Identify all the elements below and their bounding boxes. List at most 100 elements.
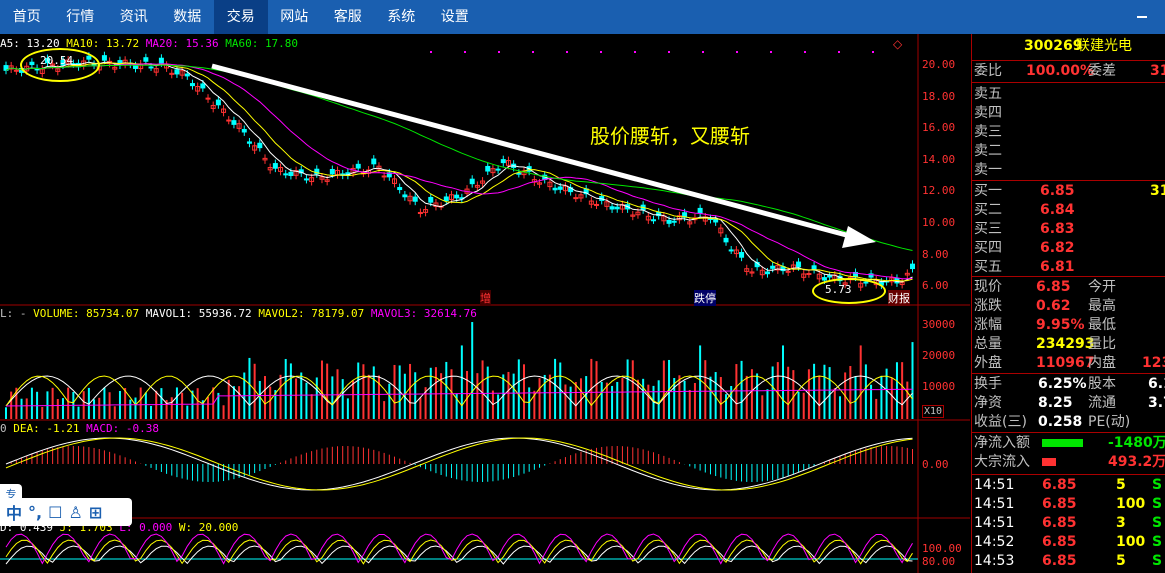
volume-bar	[828, 367, 831, 419]
fund-flow-bar	[1042, 458, 1056, 466]
buy-level-row[interactable]: 买二 6.84	[972, 201, 1165, 220]
user-icon[interactable]: ♙	[68, 503, 82, 522]
candle-body	[651, 219, 656, 222]
increase-marker[interactable]: 增	[480, 290, 491, 306]
axis-tick-label: 10.00	[922, 216, 956, 229]
stat-value: 6.25%	[1038, 376, 1087, 392]
signal-dot	[702, 51, 704, 53]
monitor-icon[interactable]: ☐	[48, 503, 62, 522]
chart-area[interactable]: A5: 13.20 MA10: 13.72 MA20: 15.36 MA60: …	[0, 34, 970, 573]
volume-bar	[227, 379, 230, 419]
volume-bar	[460, 345, 463, 419]
sell-level-row[interactable]: 卖一	[972, 161, 1165, 180]
macd-legend-prefix: 0	[0, 422, 7, 435]
volume-bar	[77, 406, 80, 419]
report-marker[interactable]: 财报	[888, 290, 910, 306]
volume-bar	[512, 373, 515, 419]
sell-level-row[interactable]: 卖五	[972, 85, 1165, 104]
volume-bar	[103, 387, 106, 419]
volume-bar	[238, 386, 241, 419]
grid-icon[interactable]: ⊞	[89, 503, 102, 522]
candle-body	[158, 57, 164, 64]
volume-bar	[497, 394, 500, 419]
menu-home[interactable]: 首页	[0, 0, 54, 34]
buy-level-row[interactable]: 买四 6.82	[972, 239, 1165, 258]
axis-tick-label: 100.00	[922, 542, 962, 555]
punctuation-icon[interactable]: °,	[28, 503, 42, 522]
axis-tick-label: 18.00	[922, 89, 956, 103]
volume-bar	[67, 387, 70, 419]
signal-dot	[872, 51, 874, 53]
stat-label-2: 今开	[1088, 279, 1116, 295]
volume-bar	[150, 405, 153, 419]
volume-bar	[414, 372, 417, 419]
candle-body	[495, 168, 501, 171]
mavol2-legend: MAVOL2: 78179.07	[258, 307, 365, 320]
menu-news[interactable]: 资讯	[107, 0, 161, 34]
volume-bar	[693, 382, 696, 419]
volume-bar	[838, 396, 841, 419]
volume-bar	[517, 359, 520, 419]
divider	[972, 82, 1165, 83]
axis-tick-label: 20000	[922, 349, 956, 362]
candle-body	[485, 165, 491, 172]
volume-bar	[818, 375, 821, 419]
candle-body	[723, 237, 729, 243]
volume-bar	[367, 374, 370, 419]
volume-bar	[258, 380, 261, 419]
volume-bar	[419, 397, 422, 419]
sell-level-label: 卖五	[974, 86, 1002, 102]
floating-toolbar: 中 °, ☐ ♙ ⊞	[0, 498, 132, 526]
candle-body	[412, 196, 418, 202]
menu-service[interactable]: 客服	[321, 0, 375, 34]
axis-tick-label: 16.00	[922, 121, 956, 135]
limit-down-marker[interactable]: 跌停	[694, 290, 716, 306]
tick-direction: S	[1152, 496, 1163, 512]
weibi-label: 委比	[974, 63, 1002, 79]
fund-flow-label: 大宗流入	[974, 454, 1030, 470]
ma10-legend: MA10: 13.72	[66, 37, 140, 50]
stock-name: 联建光电	[1076, 38, 1132, 54]
menu-trade[interactable]: 交易	[214, 0, 268, 34]
chinese-input-icon[interactable]: 中	[6, 500, 22, 524]
buy-level-row[interactable]: 买三 6.83	[972, 220, 1165, 239]
menu-website[interactable]: 网站	[268, 0, 322, 34]
volume-bar	[626, 359, 629, 419]
minimize-icon[interactable]	[1137, 16, 1147, 18]
fund-flow-row: 净流入额 -1480万	[972, 434, 1165, 453]
volume-bar	[616, 381, 619, 419]
candle-body	[713, 218, 719, 223]
candle-body	[806, 272, 812, 275]
menu-settings[interactable]: 设置	[428, 0, 482, 34]
ma60-legend: MA60: 17.80	[225, 37, 299, 50]
candle-body	[226, 119, 232, 122]
volume-bar	[139, 387, 142, 419]
menu-system[interactable]: 系统	[375, 0, 429, 34]
menu-data[interactable]: 数据	[161, 0, 215, 34]
volume-bar	[823, 364, 826, 419]
buy-level-row[interactable]: 买一 6.85 31	[972, 182, 1165, 201]
tick-price: 6.85	[1042, 477, 1077, 493]
sell-level-row[interactable]: 卖二	[972, 142, 1165, 161]
candle-body	[402, 194, 408, 198]
sell-level-row[interactable]: 卖四	[972, 104, 1165, 123]
tick-volume: 3	[1116, 515, 1126, 531]
fund-flow-label: 净流入额	[974, 435, 1030, 451]
buy-level-label: 买四	[974, 240, 1002, 256]
dea-legend: DEA: -1.21	[13, 422, 80, 435]
volume-bar	[175, 387, 178, 419]
sell-level-row[interactable]: 卖三	[972, 123, 1165, 142]
candle-body	[764, 271, 770, 275]
volume-bar	[911, 342, 914, 419]
tick-row: 14:52 6.85 100 S	[972, 533, 1165, 552]
volume-bar	[98, 397, 101, 419]
buy-level-row[interactable]: 买五 6.81	[972, 258, 1165, 277]
stock-header: 300269 联建光电	[972, 37, 1165, 56]
volume-bar	[543, 374, 546, 419]
diamond-icon[interactable]: ◇	[893, 37, 902, 51]
tick-time: 14:52	[974, 534, 1015, 550]
candle-body	[557, 186, 563, 190]
menu-quotes[interactable]: 行情	[54, 0, 108, 34]
volume-bar	[61, 398, 64, 419]
candle-body	[272, 163, 278, 169]
